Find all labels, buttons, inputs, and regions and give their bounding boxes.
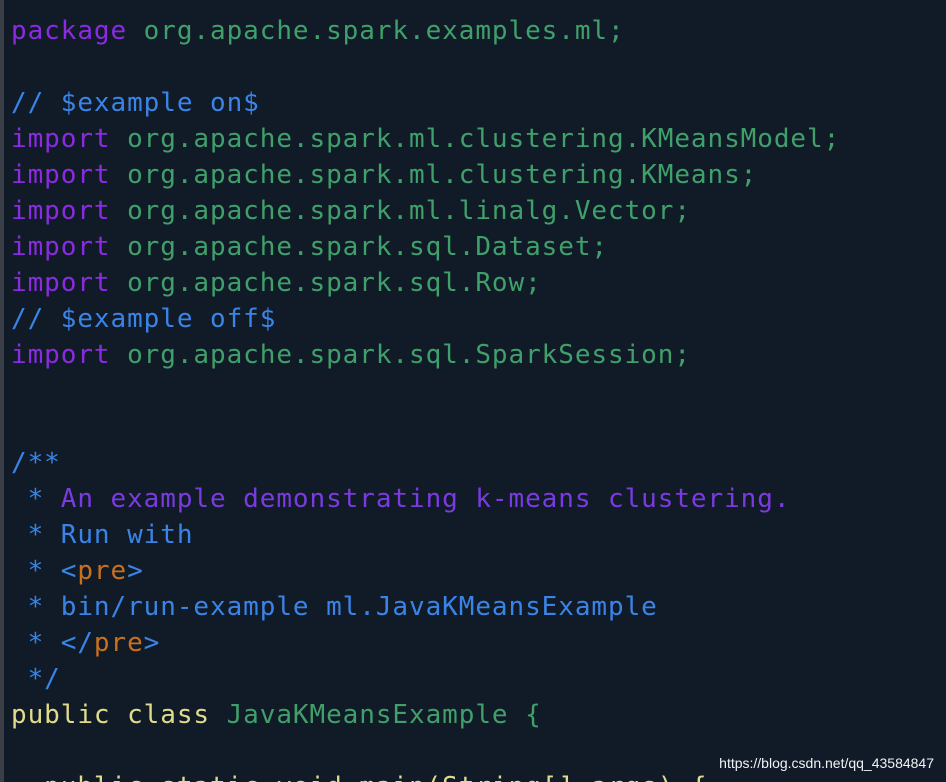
code-token: org.apache.spark.ml.clustering.KMeans; (110, 160, 758, 190)
code-editor[interactable]: package org.apache.spark.examples.ml; //… (0, 0, 946, 782)
code-token: import (11, 124, 111, 154)
code-line: package org.apache.spark.examples.ml; (11, 13, 840, 49)
code-line: // $example off$ (11, 301, 840, 337)
code-line: import org.apache.spark.sql.Row; (11, 265, 840, 301)
code-token: package (11, 16, 128, 46)
code-token: // $example off$ (11, 304, 277, 334)
code-content[interactable]: package org.apache.spark.examples.ml; //… (11, 13, 840, 782)
code-token: * Run with (11, 520, 194, 550)
code-token: > (127, 556, 144, 586)
code-token: import (11, 340, 111, 370)
code-token: JavaKMeansExample { (210, 700, 542, 730)
code-token: import (11, 232, 111, 262)
code-token: * bin/run-example ml.JavaKMeansExample (11, 592, 658, 622)
code-token: pre (93, 628, 144, 658)
code-line: * Run with (11, 517, 840, 553)
code-token: org.apache.spark.ml.clustering.KMeansMod… (110, 124, 841, 154)
code-line: * An example demonstrating k-means clust… (11, 481, 840, 517)
code-line: import org.apache.spark.sql.Dataset; (11, 229, 840, 265)
code-token: public (11, 700, 111, 730)
code-line: * bin/run-example ml.JavaKMeansExample (11, 589, 840, 625)
code-token: org.apache.spark.sql.Dataset; (110, 232, 608, 262)
code-line: import org.apache.spark.sql.SparkSession… (11, 337, 840, 373)
code-token: * </ (11, 628, 94, 658)
code-token: org.apache.spark.ml.linalg.Vector; (110, 196, 691, 226)
code-line: public class JavaKMeansExample { (11, 697, 840, 733)
code-token: /** (11, 448, 61, 478)
code-line: import org.apache.spark.ml.clustering.KM… (11, 121, 840, 157)
code-token: pre (77, 556, 128, 586)
code-token: public static void main(String[] args) { (11, 772, 708, 782)
code-line: public static void main(String[] args) { (11, 769, 840, 782)
code-token: org.apache.spark.examples.ml; (127, 16, 625, 46)
code-token: import (11, 160, 111, 190)
code-token: An example demonstrating k-means cluster… (60, 484, 791, 514)
code-token: org.apache.spark.sql.Row; (110, 268, 542, 298)
code-line: // $example on$ (11, 85, 840, 121)
code-line: import org.apache.spark.ml.clustering.KM… (11, 157, 840, 193)
code-line: */ (11, 661, 840, 697)
editor-left-border (0, 0, 4, 782)
watermark: https://blog.csdn.net/qq_43584847 (717, 754, 936, 772)
code-token: */ (11, 664, 61, 694)
code-line: /** (11, 445, 840, 481)
code-line: * </pre> (11, 625, 840, 661)
code-token: > (143, 628, 161, 658)
code-token: import (11, 196, 111, 226)
code-token: org.apache.spark.sql.SparkSession; (110, 340, 691, 370)
code-token: class (127, 700, 211, 730)
code-line: * <pre> (11, 553, 840, 589)
code-token: import (11, 268, 111, 298)
code-token: * < (11, 556, 78, 586)
code-token: // $example on$ (11, 88, 260, 118)
code-token: * (11, 484, 61, 514)
code-line: import org.apache.spark.ml.linalg.Vector… (11, 193, 840, 229)
